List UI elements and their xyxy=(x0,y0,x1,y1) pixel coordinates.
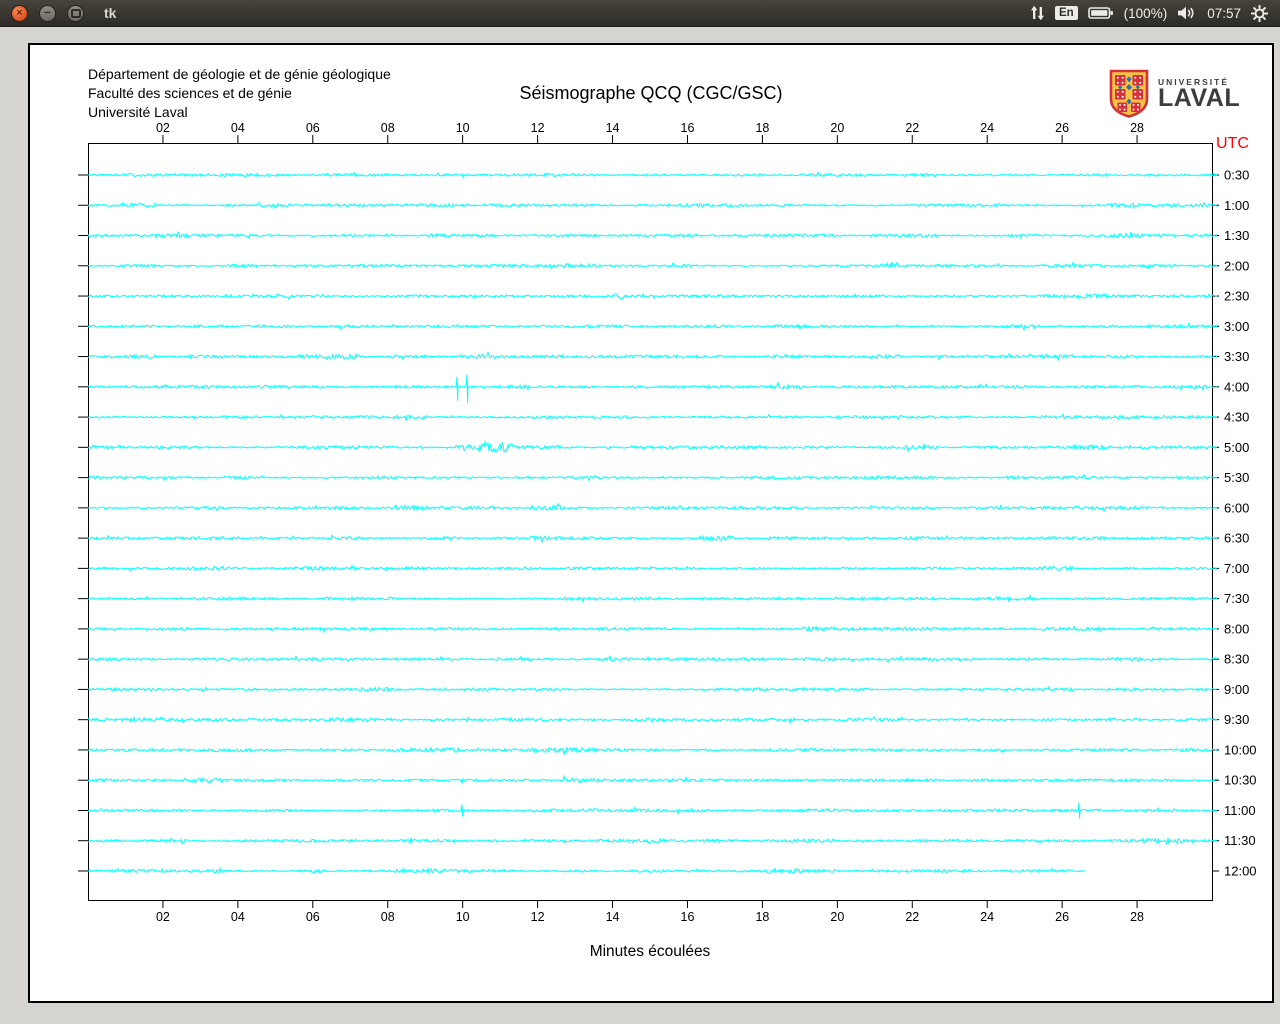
x-tick-label-bottom: 10 xyxy=(456,910,470,924)
utc-row-label: 6:30 xyxy=(1224,531,1249,546)
utc-row-label: 2:00 xyxy=(1224,258,1249,273)
utc-row-label: 9:00 xyxy=(1224,682,1249,697)
x-tick-label-top: 10 xyxy=(456,121,470,135)
seismogram-trace xyxy=(88,868,1085,873)
seismogram-trace xyxy=(88,414,1217,421)
x-tick-label-bottom: 28 xyxy=(1130,910,1144,924)
utc-row-label: 3:30 xyxy=(1224,349,1249,364)
plot-frame xyxy=(89,144,1213,901)
utc-row-label: 0:30 xyxy=(1224,168,1249,183)
seismogram-trace xyxy=(88,172,1217,177)
window-maximize-button[interactable] xyxy=(67,5,84,22)
seismogram-trace xyxy=(88,596,1217,602)
utc-row-label: 10:30 xyxy=(1224,773,1257,788)
x-tick-label-top: 14 xyxy=(606,121,620,135)
utc-row-label: 1:00 xyxy=(1224,198,1249,213)
utc-row-label: 10:00 xyxy=(1224,742,1257,757)
utc-row-label: 4:00 xyxy=(1224,379,1249,394)
volume-icon[interactable] xyxy=(1177,6,1197,20)
seismogram-trace xyxy=(88,375,1217,403)
utc-row-label: 8:30 xyxy=(1224,652,1249,667)
x-tick-label-top: 24 xyxy=(980,121,994,135)
utc-row-label: 5:30 xyxy=(1224,470,1249,485)
x-tick-label-top: 28 xyxy=(1130,121,1144,135)
x-tick-label-bottom: 18 xyxy=(755,910,769,924)
x-tick-label-bottom: 16 xyxy=(681,910,695,924)
seismogram-trace xyxy=(88,565,1217,570)
x-tick-label-bottom: 24 xyxy=(980,910,994,924)
tk-seismograph-canvas: Département de géologie et de génie géol… xyxy=(28,43,1274,1003)
seismogram-trace xyxy=(88,748,1217,755)
x-tick-label-top: 16 xyxy=(681,121,695,135)
utc-row-label: 5:00 xyxy=(1224,440,1249,455)
utc-row-label: 2:30 xyxy=(1224,289,1249,304)
seismogram-trace xyxy=(88,687,1217,692)
system-tray: En (100%) 07:57 xyxy=(1030,5,1268,22)
seismogram-trace xyxy=(88,232,1217,238)
seismogram-trace xyxy=(88,838,1217,844)
top-panel: × − tk En (100%) 07:57 xyxy=(0,0,1280,27)
session-gear-icon[interactable] xyxy=(1251,5,1268,22)
x-tick-label-top: 08 xyxy=(381,121,395,135)
x-tick-label-top: 06 xyxy=(306,121,320,135)
seismogram-trace xyxy=(88,627,1217,632)
x-tick-label-bottom: 12 xyxy=(531,910,545,924)
x-tick-label-bottom: 08 xyxy=(381,910,395,924)
seismogram-trace xyxy=(88,323,1217,329)
seismogram-trace xyxy=(88,504,1217,511)
seismogram-trace xyxy=(88,203,1217,208)
utc-row-label: 12:00 xyxy=(1224,863,1257,878)
utc-row-label: 6:00 xyxy=(1224,500,1249,515)
utc-row-label: 9:30 xyxy=(1224,712,1249,727)
clock[interactable]: 07:57 xyxy=(1207,6,1241,21)
battery-icon[interactable] xyxy=(1088,6,1114,20)
utc-row-label: 4:30 xyxy=(1224,410,1249,425)
maximize-icon xyxy=(71,9,81,18)
x-tick-label-bottom: 14 xyxy=(606,910,620,924)
keyboard-layout-indicator[interactable]: En xyxy=(1055,6,1078,20)
seismogram-trace xyxy=(88,776,1217,783)
utc-row-label: 11:00 xyxy=(1224,803,1256,818)
x-tick-label-bottom: 26 xyxy=(1055,910,1069,924)
x-tick-label-top: 26 xyxy=(1055,121,1069,135)
x-tick-label-top: 20 xyxy=(830,121,844,135)
seismograph-plot: 02 02 04 04 06 06 08 08 10 10 12 12 14 14 16 16 18 18 20 20… xyxy=(30,45,1272,1001)
seismogram-trace xyxy=(88,475,1217,481)
x-tick-label-top: 02 xyxy=(156,121,170,135)
utc-row-label: 3:00 xyxy=(1224,319,1249,334)
utc-row-label: 7:30 xyxy=(1224,591,1249,606)
x-tick-label-bottom: 02 xyxy=(156,910,170,924)
window-minimize-button[interactable]: − xyxy=(39,5,56,22)
x-tick-label-bottom: 22 xyxy=(905,910,919,924)
utc-row-label: 1:30 xyxy=(1224,228,1249,243)
seismogram-trace xyxy=(88,294,1217,300)
seismogram-trace xyxy=(88,535,1217,542)
window-controls: × − xyxy=(11,5,84,22)
minimize-icon: − xyxy=(44,8,50,19)
seismogram-trace xyxy=(88,352,1217,360)
battery-percentage[interactable]: (100%) xyxy=(1124,6,1168,21)
seismogram-trace xyxy=(88,803,1217,819)
utc-row-label: 8:00 xyxy=(1224,621,1249,636)
seismogram-trace xyxy=(88,656,1217,662)
seismogram-trace xyxy=(88,262,1217,268)
x-tick-label-top: 22 xyxy=(905,121,919,135)
utc-row-label: 11:30 xyxy=(1224,833,1256,848)
window-close-button[interactable]: × xyxy=(11,5,28,22)
seismogram-trace xyxy=(88,717,1217,723)
x-tick-label-top: 12 xyxy=(531,121,545,135)
x-tick-label-bottom: 06 xyxy=(306,910,320,924)
utc-row-label: 7:00 xyxy=(1224,561,1249,576)
seismogram-trace xyxy=(88,442,1217,452)
network-updown-icon[interactable] xyxy=(1030,5,1045,21)
close-icon: × xyxy=(16,8,22,19)
x-tick-label-top: 18 xyxy=(755,121,769,135)
x-tick-label-bottom: 04 xyxy=(231,910,245,924)
x-tick-label-bottom: 20 xyxy=(830,910,844,924)
window-title: tk xyxy=(104,5,116,21)
x-tick-label-top: 04 xyxy=(231,121,245,135)
